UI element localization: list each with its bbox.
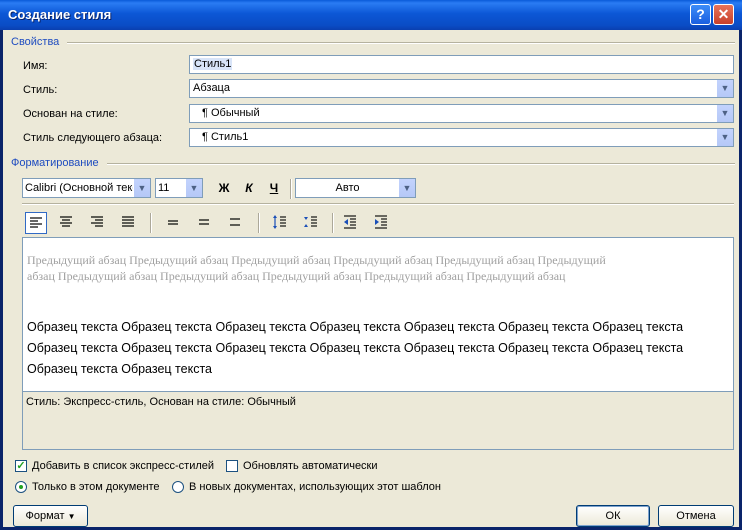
name-input-value: Стиль1 [193,58,233,70]
formatting-section-title: Форматирование [11,157,99,169]
font-select[interactable]: Calibri (Основной текс ▼ [22,178,151,198]
title-bar: Создание стиля ? ✕ [0,0,742,30]
create-style-dialog: Создание стиля ? ✕ Свойства Имя: Стиль1 … [0,0,742,530]
next-style-value: ¶ Стиль1 [202,131,249,143]
justify-button[interactable] [118,212,140,234]
single-spacing-icon [168,220,178,225]
next-style-select[interactable]: ¶ Стиль1 ▼ [189,128,734,147]
style-type-value: Абзаца [193,82,230,94]
outdent-icon [344,215,356,229]
align-center-icon [60,216,72,227]
bold-button[interactable]: Ж [214,179,234,197]
add-to-quick-styles-label: Добавить в список экспресс-стилей [32,460,215,472]
new-documents-label: В новых документах, использующих этот ша… [189,481,441,493]
align-center-button[interactable] [56,212,78,234]
only-this-document-radio[interactable] [15,481,27,493]
style-type-select[interactable]: Абзаца ▼ [189,79,734,98]
italic-button[interactable]: К [239,179,259,197]
close-button[interactable]: ✕ [713,4,734,25]
based-on-select[interactable]: ¶ Обычный ▼ [189,104,734,123]
style-description: Стиль: Экспресс-стиль, Основан на стиле:… [22,392,734,450]
one-half-spacing-icon [199,219,209,225]
toolbar-separator [290,179,292,199]
justify-icon [122,216,134,227]
new-documents-radio[interactable] [172,481,184,493]
style-preview: Предыдущий абзац Предыдущий абзац Предыд… [22,237,734,392]
font-color-value: Авто [335,182,360,194]
chevron-down-icon[interactable]: ▼ [185,179,202,197]
dialog-title: Создание стиля [8,7,112,22]
font-size-select[interactable]: 11 ▼ [155,178,203,198]
format-menu-button[interactable]: Формат ▼ [13,505,88,527]
preview-previous-paragraph: Предыдущий абзац Предыдущий абзац Предыд… [27,253,606,283]
based-on-value: ¶ Обычный [202,107,260,119]
style-description-text: Стиль: Экспресс-стиль, Основан на стиле:… [26,396,296,408]
auto-update-label: Обновлять автоматически [243,460,378,472]
caret-down-icon: ▼ [67,512,76,521]
format-button-label: Формат [25,510,65,522]
next-style-label: Стиль следующего абзаца: [23,132,163,144]
align-left-icon [30,217,42,228]
chevron-down-icon[interactable]: ▼ [398,179,415,197]
underline-button[interactable]: Ч [264,179,284,197]
single-spacing-button[interactable] [163,212,185,234]
double-spacing-button[interactable] [225,212,247,234]
increase-indent-button[interactable] [371,212,393,234]
toolbar-separator [150,213,152,233]
name-input[interactable]: Стиль1 [189,55,734,74]
align-right-icon [91,216,103,227]
style-type-label: Стиль: [23,84,58,96]
chevron-down-icon[interactable]: ▼ [716,80,733,97]
cancel-button-label: Отмена [676,510,716,522]
chevron-down-icon[interactable]: ▼ [716,129,733,146]
ok-button[interactable]: ОК [576,505,650,527]
ok-button-label: ОК [605,510,621,522]
based-on-label: Основан на стиле: [23,108,118,120]
formatting-divider [107,163,735,165]
chevron-down-icon[interactable]: ▼ [716,105,733,122]
auto-update-checkbox[interactable] [226,460,238,472]
chevron-down-icon[interactable]: ▼ [133,179,150,197]
one-half-spacing-button[interactable] [194,212,216,234]
add-to-quick-styles-checkbox[interactable]: ✓ [15,460,27,472]
double-spacing-icon [230,218,240,226]
properties-section-title: Свойства [11,36,60,48]
decrease-indent-button[interactable] [340,212,362,234]
toolbar-separator [258,213,260,233]
increase-paragraph-spacing-button[interactable] [270,212,292,234]
cancel-button[interactable]: Отмена [658,505,734,527]
only-this-document-label: Только в этом документе [32,481,160,493]
toolbar-separator [332,213,334,233]
spacing-decrease-icon [304,216,317,227]
preview-sample-text: Образец текста Образец текста Образец те… [27,320,684,376]
name-label: Имя: [23,60,48,72]
help-button[interactable]: ? [690,4,711,25]
font-size-value: 11 [158,182,170,194]
spacing-increase-icon [273,215,286,229]
font-color-select[interactable]: Авто ▼ [295,178,416,198]
align-left-button[interactable] [25,212,47,234]
align-right-button[interactable] [87,212,109,234]
decrease-paragraph-spacing-button[interactable] [301,212,323,234]
indent-icon [375,215,387,229]
toolbar-divider [22,203,734,205]
font-value: Calibri (Основной текс [25,182,138,194]
properties-divider [67,42,735,44]
